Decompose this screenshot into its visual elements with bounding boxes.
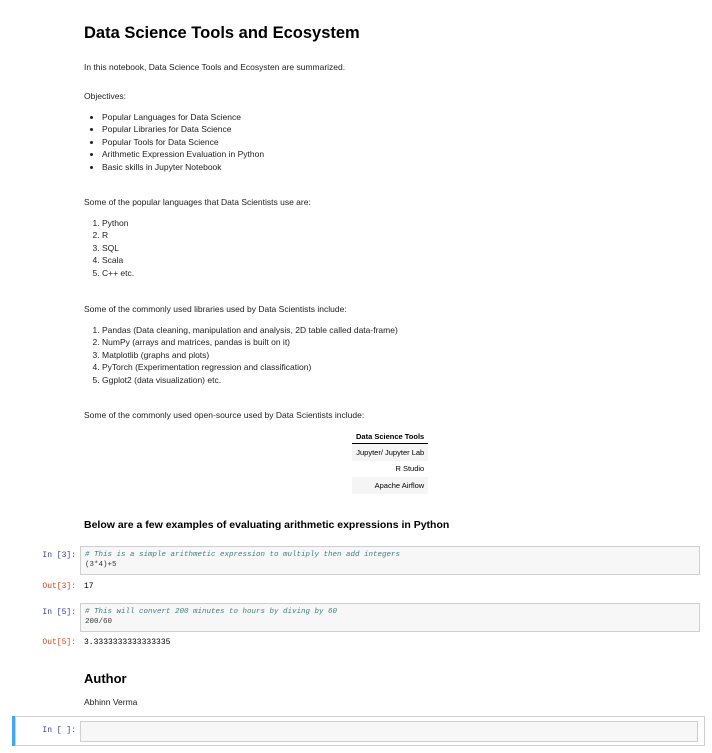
list-item: SQL [102, 242, 311, 255]
table-header: Data Science Tools [352, 430, 429, 444]
author-heading: Author [84, 671, 127, 686]
list-item: Popular Languages for Data Science [102, 111, 264, 124]
list-item: PyTorch (Experimentation regression and … [102, 361, 398, 374]
code-cell-input[interactable]: # This is a simple arithmetic expression… [80, 546, 700, 575]
code-comment: # This will convert 200 minutes to hours… [85, 608, 338, 616]
libraries-label: Some of the commonly used libraries used… [84, 304, 347, 314]
cell-output: 3.3333333333333335 [84, 638, 171, 647]
languages-section: Some of the popular languages that Data … [84, 196, 311, 279]
in-prompt: In [5]: [42, 608, 76, 617]
objectives-list: Popular Languages for Data Science Popul… [84, 111, 264, 174]
in-prompt: In [3]: [42, 551, 76, 560]
examples-heading: Below are a few examples of evaluating a… [84, 519, 450, 531]
languages-label: Some of the popular languages that Data … [84, 197, 311, 207]
list-item: Scala [102, 254, 311, 267]
objectives-section: Objectives: Popular Languages for Data S… [84, 90, 264, 173]
list-item: Popular Libraries for Data Science [102, 123, 264, 136]
libraries-section: Some of the commonly used libraries used… [84, 303, 398, 386]
table-cell: R Studio [395, 464, 425, 474]
empty-code-input[interactable] [80, 721, 698, 742]
list-item: Basic skills in Jupyter Notebook [102, 161, 264, 174]
code-cell-input[interactable]: # This will convert 200 minutes to hours… [80, 603, 700, 632]
cell-output: 17 [84, 582, 94, 591]
author-name-text: Abhinn Verma [84, 697, 138, 707]
table-row: R Studio [352, 461, 428, 478]
tools-label: Some of the commonly used open-source us… [84, 410, 365, 420]
table-cell: Apache Airflow [352, 477, 429, 494]
list-item: Matplotlib (graphs and plots) [102, 349, 398, 362]
intro-text: In this notebook, Data Science Tools and… [84, 61, 345, 74]
tools-table: Data Science Tools Jupyter/ Jupyter Lab … [352, 430, 429, 494]
out-prompt: Out[5]: [42, 638, 76, 647]
list-item: R [102, 229, 311, 242]
list-item: C++ etc. [102, 267, 311, 280]
list-item: Arithmetic Expression Evaluation in Pyth… [102, 148, 264, 161]
out-prompt: Out[3]: [42, 582, 76, 591]
author-name: Abhinn Verma [84, 696, 137, 709]
page-title: Data Science Tools and Ecosystem [84, 24, 360, 42]
tools-section: Some of the commonly used open-source us… [84, 409, 364, 422]
languages-list: Python R SQL Scala C++ etc. [84, 217, 311, 280]
objectives-label: Objectives: [84, 91, 127, 101]
code-line: (3*4)+5 [85, 561, 117, 569]
list-item: NumPy (arrays and matrices, pandas is bu… [102, 336, 398, 349]
code-line: 200/60 [85, 618, 113, 626]
code-comment: # This is a simple arithmetic expression… [85, 551, 401, 559]
list-item: Ggplot2 (data visualization) etc. [102, 374, 398, 387]
libraries-list: Pandas (Data cleaning, manipulation and … [84, 324, 398, 387]
list-item: Pandas (Data cleaning, manipulation and … [102, 324, 398, 337]
table-row: Jupyter/ Jupyter Lab [352, 443, 429, 461]
list-item: Python [102, 217, 311, 230]
table-row: Apache Airflow [352, 477, 429, 494]
list-item: Popular Tools for Data Science [102, 136, 264, 149]
in-prompt: In [ ]: [42, 726, 76, 735]
table-cell: Jupyter/ Jupyter Lab [352, 443, 429, 461]
intro-paragraph: In this notebook, Data Science Tools and… [84, 62, 346, 72]
